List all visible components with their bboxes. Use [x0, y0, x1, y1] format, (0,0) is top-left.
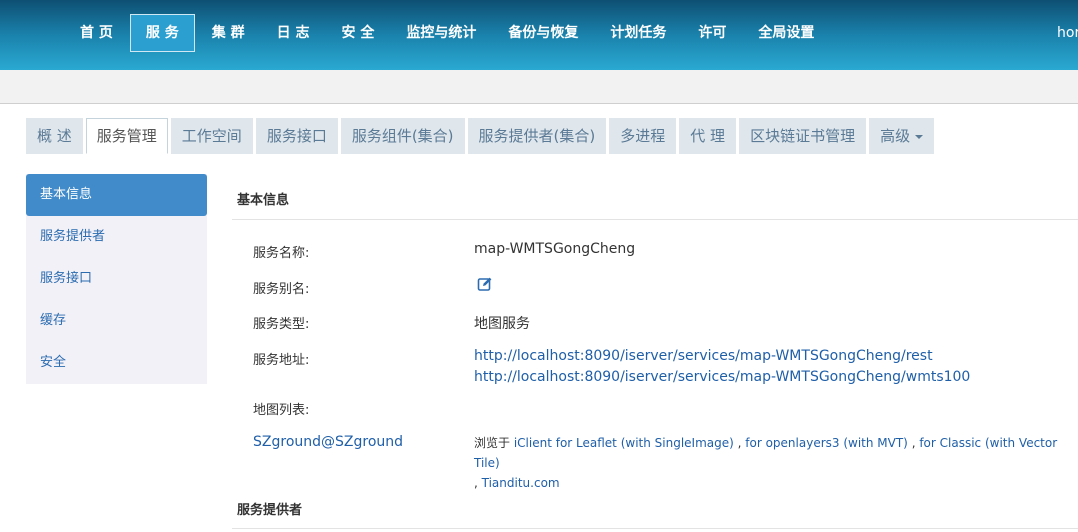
sidebar-item-basic-info[interactable]: 基本信息	[26, 174, 207, 216]
service-provider-heading: 服务提供者	[237, 503, 303, 518]
section-divider	[232, 219, 1078, 220]
browse-separator: ,	[474, 476, 482, 490]
nav-security[interactable]: 安 全	[327, 14, 390, 52]
sidebar-item-service-interface[interactable]: 服务接口	[26, 258, 207, 300]
service-address-label: 服务地址:	[253, 353, 310, 368]
nav-logs[interactable]: 日 志	[262, 14, 325, 52]
tab-multi-process[interactable]: 多进程	[609, 118, 677, 154]
service-alias-label: 服务别名:	[253, 282, 310, 297]
section-divider	[232, 528, 1078, 529]
caret-down-icon	[915, 134, 924, 139]
tab-proxy[interactable]: 代 理	[679, 118, 737, 154]
nav-services[interactable]: 服 务	[129, 14, 195, 52]
browse-separator: ,	[907, 436, 920, 450]
tab-workspace[interactable]: 工作空间	[170, 118, 253, 154]
nav-home[interactable]: 首 页	[65, 14, 128, 52]
browse-separator: ,	[733, 436, 746, 450]
tab-advanced[interactable]: 高级	[869, 118, 935, 154]
service-subtabs: 概 述 服务管理 工作空间 服务接口 服务组件(集合) 服务提供者(集合) 多进…	[26, 118, 937, 154]
nav-monitoring[interactable]: 监控与统计	[391, 14, 491, 52]
nav-license[interactable]: 许可	[683, 14, 741, 52]
map-name-link[interactable]: SZground@SZground	[253, 434, 403, 450]
map-browse-options: 浏览于 iClient for Leaflet (with SingleImag…	[474, 433, 1074, 493]
sidebar-item-service-provider[interactable]: 服务提供者	[26, 216, 207, 258]
browse-openlayers-link[interactable]: for openlayers3 (with MVT)	[745, 436, 908, 450]
tab-service-providers[interactable]: 服务提供者(集合)	[467, 118, 607, 154]
edit-icon[interactable]	[477, 276, 493, 292]
browse-prefix: 浏览于	[474, 436, 514, 450]
sidebar-item-security[interactable]: 安全	[26, 342, 207, 384]
service-address-rest-link[interactable]: http://localhost:8090/iserver/services/m…	[474, 348, 933, 364]
tab-service-components[interactable]: 服务组件(集合)	[340, 118, 465, 154]
map-list-label: 地图列表:	[253, 403, 310, 418]
service-name-label: 服务名称:	[253, 246, 310, 261]
browse-leaflet-link[interactable]: iClient for Leaflet (with SingleImage)	[514, 436, 734, 450]
tab-service-management[interactable]: 服务管理	[85, 118, 168, 154]
nav-backup[interactable]: 备份与恢复	[493, 14, 593, 52]
nav-cluster[interactable]: 集 群	[197, 14, 260, 52]
service-type-label: 服务类型:	[253, 317, 310, 332]
tab-advanced-label: 高级	[880, 127, 911, 145]
left-sidebar: 基本信息 服务提供者 服务接口 缓存 安全	[26, 174, 207, 384]
service-type-value: 地图服务	[474, 316, 530, 332]
top-navigation-bar: 首 页 服 务 集 群 日 志 安 全 监控与统计 备份与恢复 计划任务 许可 …	[0, 0, 1078, 70]
sidebar-item-cache[interactable]: 缓存	[26, 300, 207, 342]
basic-info-heading: 基本信息	[237, 193, 290, 208]
header-band	[0, 70, 1078, 104]
user-menu[interactable]: hor	[1057, 14, 1078, 52]
nav-global-settings[interactable]: 全局设置	[743, 14, 829, 52]
top-nav-menu: 首 页 服 务 集 群 日 志 安 全 监控与统计 备份与恢复 计划任务 许可 …	[65, 14, 831, 52]
tab-overview[interactable]: 概 述	[26, 118, 83, 154]
service-address-wmts-link[interactable]: http://localhost:8090/iserver/services/m…	[474, 369, 970, 385]
tab-service-interface[interactable]: 服务接口	[255, 118, 338, 154]
service-name-value: map-WMTSGongCheng	[474, 241, 636, 257]
nav-scheduled-tasks[interactable]: 计划任务	[595, 14, 681, 52]
tab-blockchain-cert[interactable]: 区块链证书管理	[739, 118, 867, 154]
browse-tianditu-link[interactable]: Tianditu.com	[482, 476, 560, 490]
